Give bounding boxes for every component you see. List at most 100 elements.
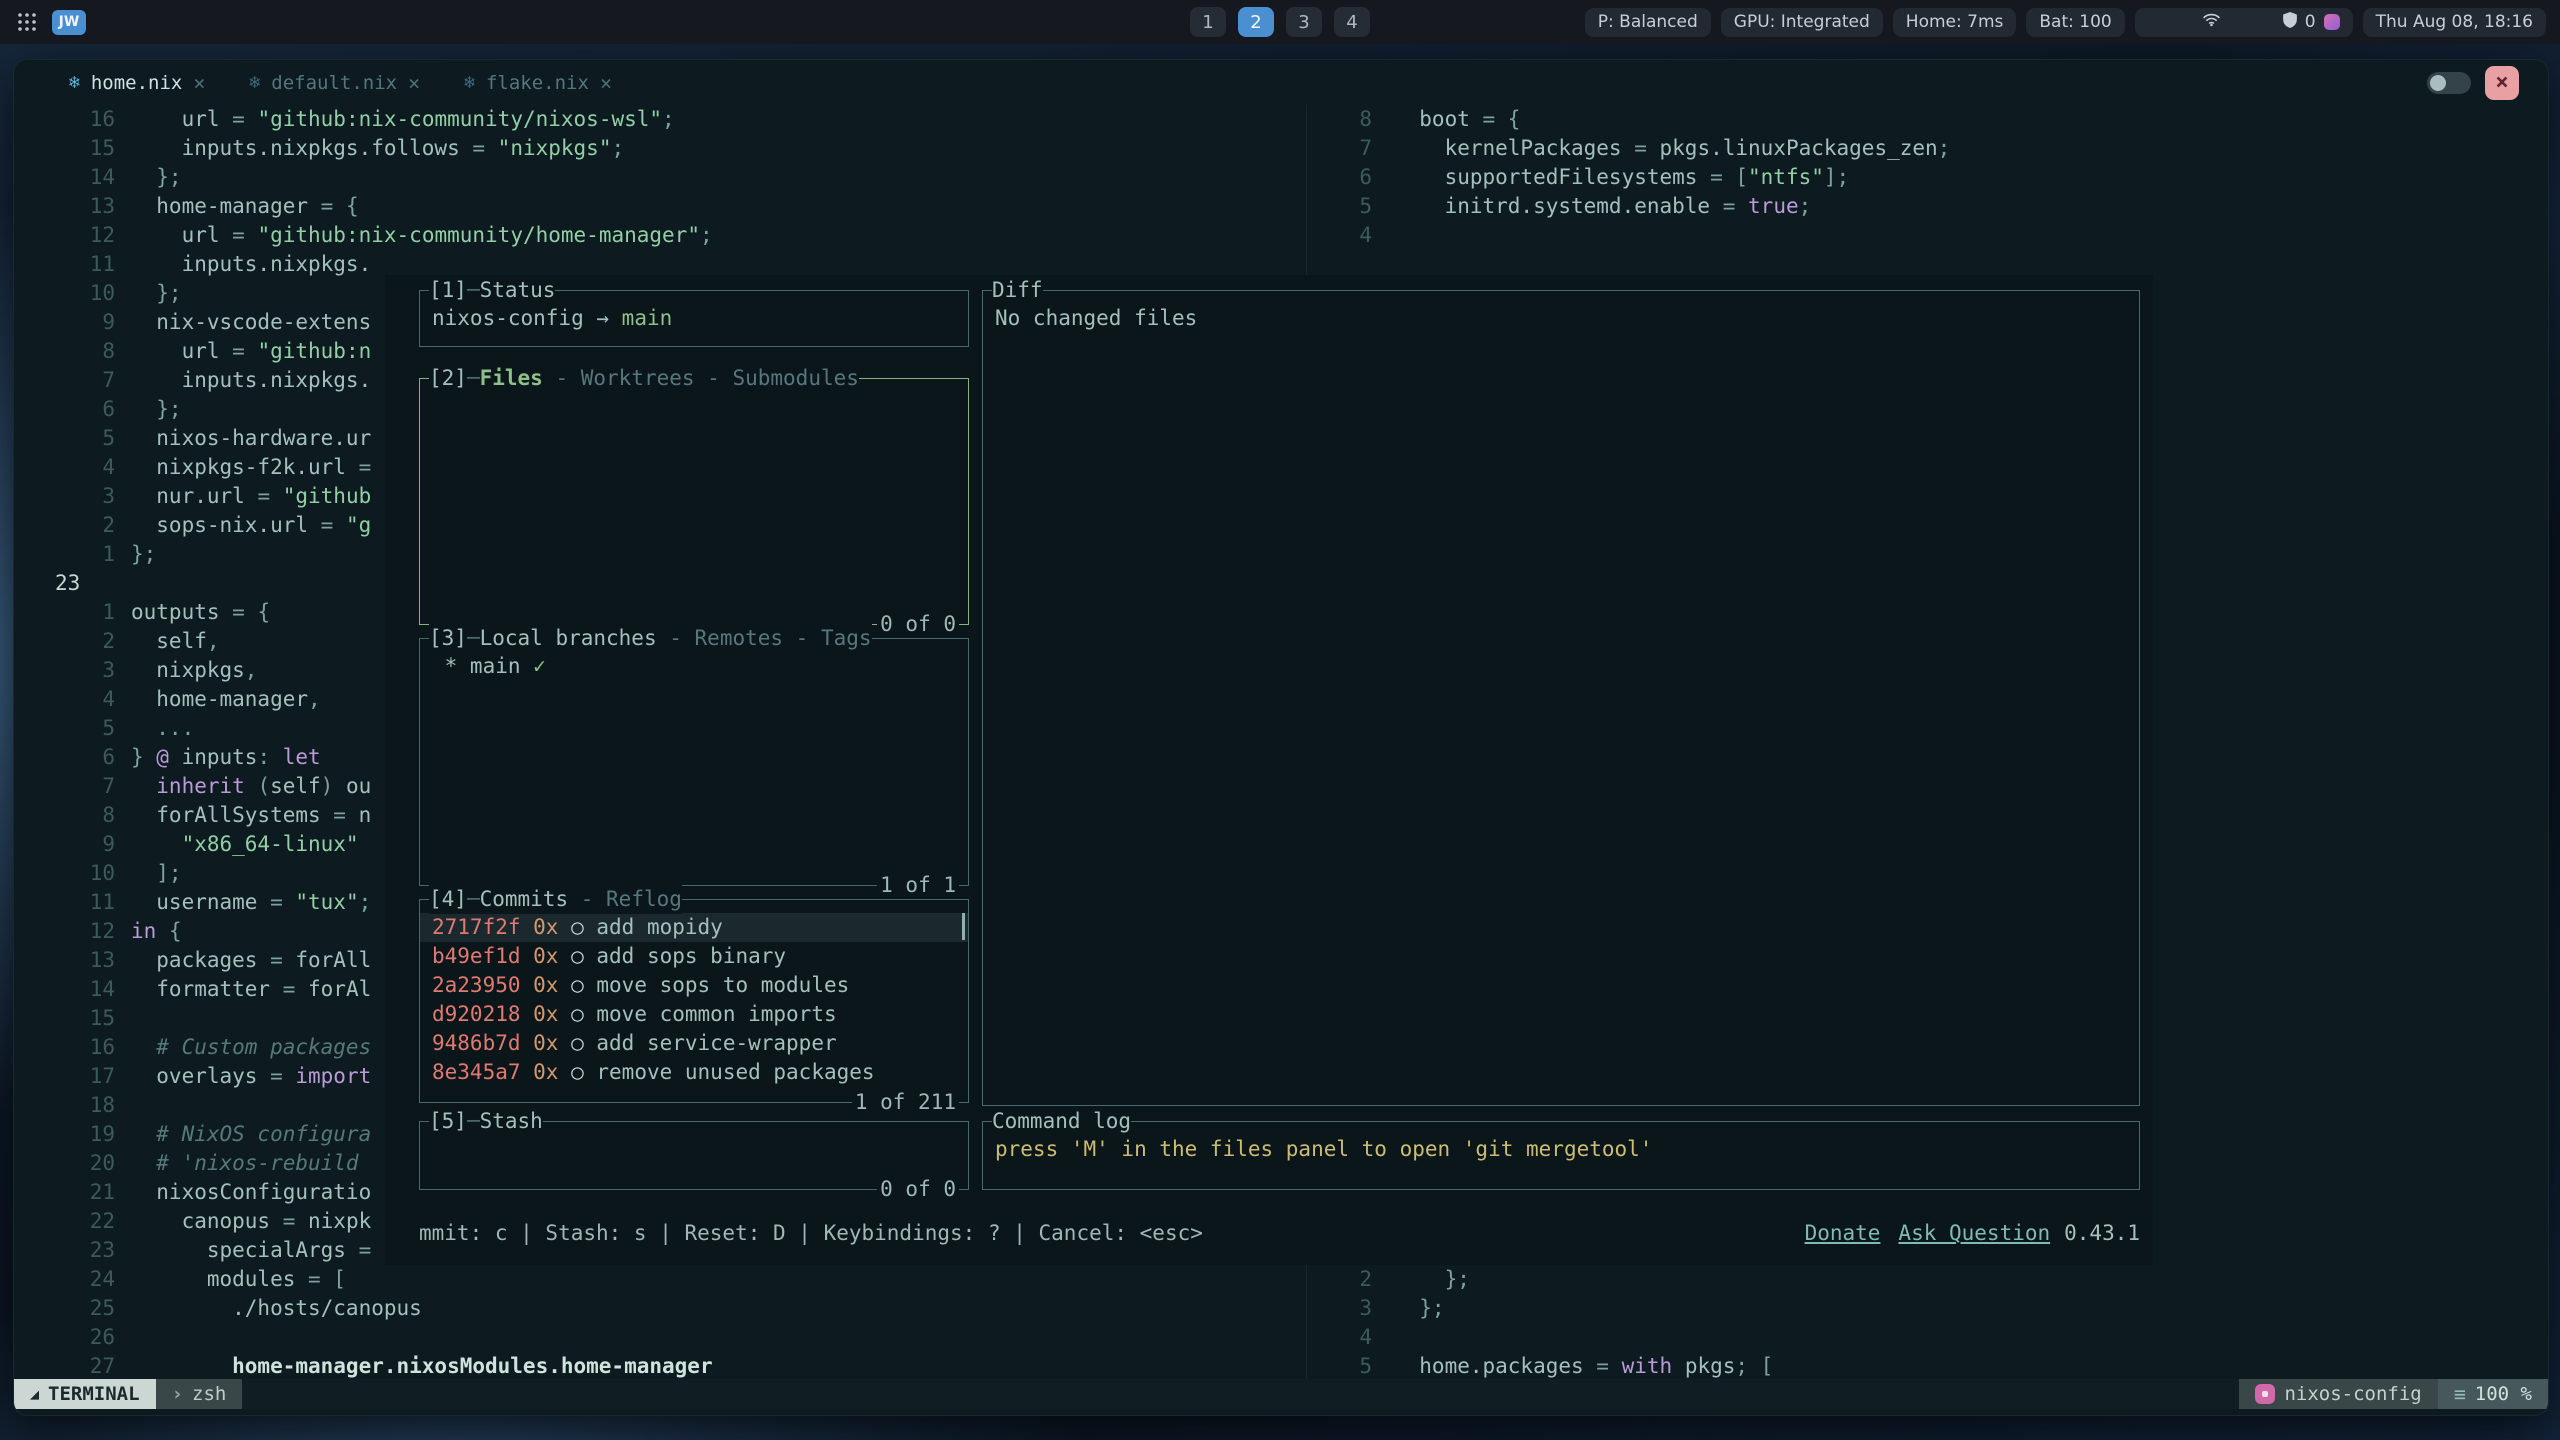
code-text: inputs.nixpkgs. [131, 250, 371, 279]
commit-graph-icon: ○ [571, 944, 596, 968]
workspace-button-3[interactable]: 3 [1286, 7, 1322, 37]
line-number: 16 [14, 1033, 115, 1062]
commit-row[interactable]: b49ef1d 0x ○ add sops binary [420, 942, 968, 971]
commit-row[interactable]: 2717f2f 0x ○ add mopidy [420, 913, 968, 942]
check-icon: ✓ [533, 654, 546, 678]
panel-count: 0 of 0 [877, 610, 959, 639]
tab-close-icon[interactable]: × [193, 71, 205, 95]
commit-row[interactable]: 2a23950 0x ○ move sops to modules [420, 971, 968, 1000]
workspace-button-1[interactable]: 1 [1190, 7, 1226, 37]
commit-hash: 9486b7d [432, 1031, 533, 1055]
commit-row[interactable]: d920218 0x ○ move common imports [420, 1000, 968, 1029]
commit-row[interactable]: 8e345a7 0x ○ remove unused packages [420, 1058, 968, 1087]
project-label: nixos-config [2284, 1383, 2421, 1405]
lazygit-branches-panel[interactable]: [3]─Local branches - Remotes - Tags * ma… [419, 638, 969, 886]
workspace-button-2[interactable]: 2 [1238, 7, 1274, 37]
code-line: 8 boot = { [1307, 105, 2547, 134]
lazygit-diff-panel[interactable]: Diff No changed files [982, 290, 2140, 1106]
code-text: }; [131, 279, 182, 308]
clock[interactable]: Thu Aug 08, 18:16 [2363, 8, 2546, 37]
tab-close-icon[interactable]: × [600, 71, 612, 95]
code-text: url = "github:n [131, 337, 371, 366]
commit-hash: 2717f2f [432, 915, 533, 939]
tab-home.nix[interactable]: ❄home.nix× [69, 71, 205, 95]
panel-count: 1 of 1 [877, 871, 959, 900]
terminal-mode-icon: ◢ [30, 1385, 39, 1403]
code-text: }; [1394, 1294, 1445, 1323]
status-modules: P: BalancedGPU: IntegratedHome: 7msBat: … [1585, 8, 2125, 37]
code-text: nixpkgs, [131, 656, 257, 685]
line-number: 5 [14, 424, 115, 453]
project-indicator: nixos-config [2239, 1379, 2437, 1409]
workspace-button-4[interactable]: 4 [1334, 7, 1370, 37]
commit-list: 2717f2f 0x ○ add mopidyb49ef1d 0x ○ add … [420, 900, 968, 1087]
tab-default.nix[interactable]: ❄default.nix× [249, 71, 420, 95]
lazygit-links: DonateAsk Question0.43.1 [1787, 1219, 2140, 1248]
code-text: }; [131, 163, 182, 192]
shell-label: zsh [192, 1383, 226, 1405]
line-number: 7 [1307, 134, 1372, 163]
lazygit-status-panel[interactable]: [1]─Status nixos-config → main [419, 290, 969, 347]
branch-name: * main [432, 654, 533, 678]
panel-title: [1]─Status [429, 276, 555, 305]
code-text: modules = [ [131, 1265, 346, 1294]
commit-row[interactable]: 9486b7d 0x ○ add service-wrapper [420, 1029, 968, 1058]
keybinding-hints: mmit: c | Stash: s | Reset: D | Keybindi… [419, 1219, 1203, 1248]
line-number: 17 [14, 1062, 115, 1091]
diff-content: No changed files [983, 291, 2139, 333]
line-number: 9 [14, 830, 115, 859]
code-text: }; [131, 540, 156, 569]
code-line: 27 home-manager.nixosModules.home-manage… [14, 1352, 1304, 1381]
line-number: 24 [14, 1265, 115, 1294]
lazygit-stash-panel[interactable]: [5]─Stash 0 of 0 [419, 1121, 969, 1190]
commit-author: 0x [533, 973, 571, 997]
project-icon [2255, 1384, 2275, 1404]
code-line: 6 supportedFilesystems = ["ntfs"]; [1307, 163, 2547, 192]
lazygit-commits-panel[interactable]: [4]─Commits - Reflog 2717f2f 0x ○ add mo… [419, 899, 969, 1103]
code-text: }; [131, 395, 182, 424]
code-text: sops-nix.url = "g [131, 511, 371, 540]
tab-close-icon[interactable]: × [408, 71, 420, 95]
scroll-position: ≡ 100 % [2438, 1379, 2548, 1409]
lazygit-command-log-panel[interactable]: Command log press 'M' in the files panel… [982, 1121, 2140, 1190]
tab-bar: ❄home.nix× ❄default.nix× ❄flake.nix× × [14, 60, 2548, 105]
tab-flake.nix[interactable]: ❄flake.nix× [464, 71, 612, 95]
code-text: home.packages = with pkgs; [ [1394, 1352, 1773, 1381]
app-launcher-icon[interactable] [14, 9, 40, 35]
shield-icon [2229, 0, 2297, 53]
editor-area[interactable]: 16 url = "github:nix-community/nixos-wsl… [14, 105, 2549, 1381]
code-line: 12 url = "github:nix-community/home-mana… [14, 221, 1304, 250]
editor-tabs: ❄home.nix× ❄default.nix× ❄flake.nix× [69, 71, 612, 95]
topbar-right: P: BalancedGPU: IntegratedHome: 7msBat: … [1585, 8, 2546, 37]
window-toggle[interactable] [2427, 72, 2471, 94]
lazygit-link-donate[interactable]: Donate [1805, 1221, 1881, 1245]
lazygit-link-ask-question[interactable]: Ask Question [1898, 1221, 2050, 1245]
line-number: 10 [14, 279, 115, 308]
commit-graph-icon: ○ [571, 973, 596, 997]
editor-pane-right[interactable]: 8 boot = {7 kernelPackages = pkgs.linuxP… [1307, 105, 2547, 250]
commit-hash: b49ef1d [432, 944, 533, 968]
line-number: 5 [14, 714, 115, 743]
line-number: 6 [1307, 163, 1372, 192]
line-number: 16 [14, 105, 115, 134]
line-number: 2 [14, 627, 115, 656]
code-text: url = "github:nix-community/home-manager… [131, 221, 713, 250]
status-module: P: Balanced [1585, 8, 1711, 37]
panel-title: Command log [992, 1107, 1131, 1136]
lazygit-keybar: mmit: c | Stash: s | Reset: D | Keybindi… [419, 1219, 2140, 1248]
line-number: 21 [14, 1178, 115, 1207]
code-text: boot = { [1394, 105, 1520, 134]
code-text: formatter = forAl [131, 975, 371, 1004]
editor-pane-right-bottom[interactable]: 2 };3 };45 home.packages = with pkgs; [ [1307, 1265, 2547, 1381]
system-tray[interactable]: 0 [2135, 8, 2353, 37]
code-text: self, [131, 627, 220, 656]
line-number: 8 [1307, 105, 1372, 134]
code-text: kernelPackages = pkgs.linuxPackages_zen; [1394, 134, 1950, 163]
lazygit-files-panel[interactable]: [2]─Files - Worktrees - Submodules 0 of … [419, 378, 969, 625]
window-controls: × [2427, 60, 2519, 105]
mode-label: TERMINAL [48, 1383, 140, 1405]
scrollbar-thumb[interactable] [962, 913, 965, 940]
code-text: packages = forAll [131, 946, 371, 975]
commit-hash: 2a23950 [432, 973, 533, 997]
window-close-button[interactable]: × [2485, 66, 2519, 100]
